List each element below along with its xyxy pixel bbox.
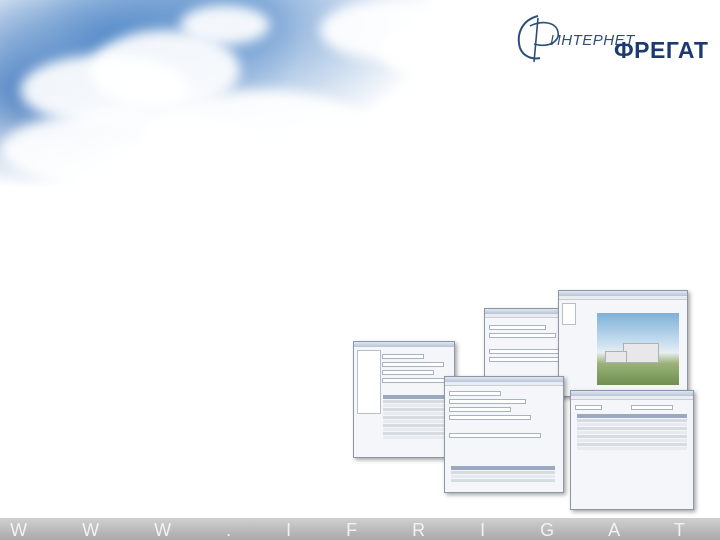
footer-band: W W W . I F R I G A T E . R U: [0, 518, 720, 540]
records-table-window-thumbnail: [570, 390, 694, 510]
records-grid: [380, 394, 450, 440]
building-photo: [597, 313, 679, 385]
window-titlebar: [354, 342, 454, 347]
slide: ИНТЕРНЕТ ФРЕГАТ W W W . I F R I G A T: [0, 0, 720, 540]
form-field: [489, 349, 559, 354]
photo-viewer-window-thumbnail: [558, 290, 688, 397]
form-field: [575, 405, 602, 410]
form-field: [382, 362, 444, 367]
form-field: [382, 354, 424, 359]
form-field: [489, 357, 559, 362]
records-grid: [448, 465, 558, 483]
form-field: [449, 415, 531, 420]
tree-panel: [357, 350, 381, 414]
form-field: [382, 370, 434, 375]
form-field: [489, 333, 556, 338]
form-field: [631, 405, 673, 410]
form-field: [449, 433, 541, 438]
records-grid: [574, 413, 690, 451]
cloud: [380, 20, 500, 80]
form-field: [449, 391, 501, 396]
cloud: [180, 5, 270, 45]
form-field: [489, 325, 546, 330]
form-field: [449, 399, 526, 404]
building-shape: [623, 343, 659, 363]
cloud: [140, 90, 380, 190]
form-field: [449, 407, 511, 412]
website-url: W W W . I F R I G A T E . R U: [10, 520, 710, 540]
brand-logo: ИНТЕРНЕТ ФРЕГАТ: [512, 12, 720, 64]
thumbnail-strip: [562, 303, 576, 325]
building-shape: [605, 351, 627, 363]
records-form-window-thumbnail: [444, 376, 564, 493]
form-field: [382, 378, 449, 383]
catalog-window-thumbnail: [353, 341, 455, 458]
logo-word-main: ФРЕГАТ: [614, 37, 709, 63]
